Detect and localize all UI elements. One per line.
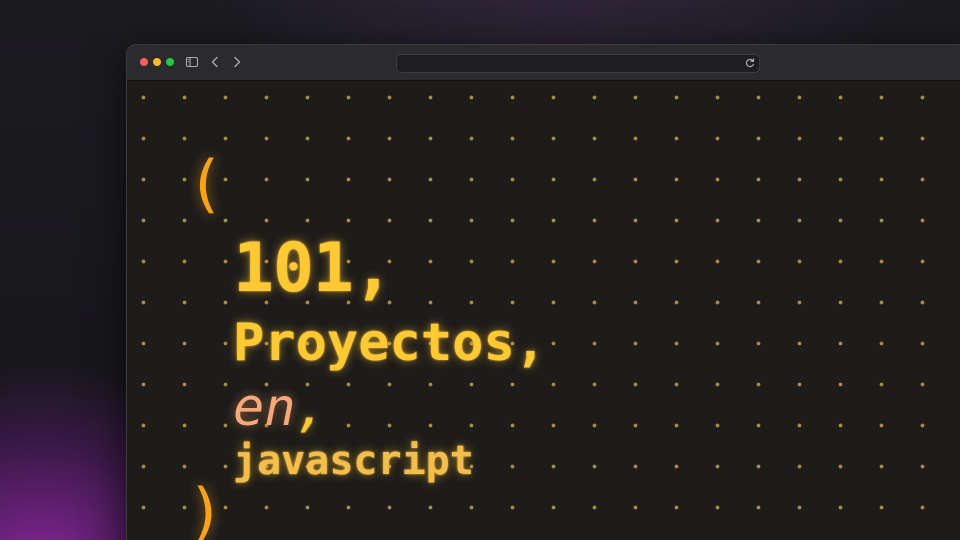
open-paren: ( xyxy=(187,147,225,220)
hero-en-line: en, xyxy=(233,382,327,434)
reload-icon[interactable] xyxy=(744,57,756,69)
close-window-button[interactable] xyxy=(140,58,148,66)
address-bar[interactable] xyxy=(396,54,760,73)
browser-toolbar xyxy=(127,45,960,81)
hero-javascript: javascript xyxy=(233,438,474,484)
sidebar-toggle-icon[interactable] xyxy=(184,54,200,70)
hero-en-comma: , xyxy=(295,378,327,438)
chevron-left-icon[interactable] xyxy=(207,54,223,70)
minimize-window-button[interactable] xyxy=(153,58,161,66)
close-paren: ) xyxy=(187,475,225,540)
zoom-window-button[interactable] xyxy=(166,58,174,66)
hero-en: en xyxy=(233,378,296,438)
browser-window: ( 101, Proyectos, en, javascript ) xyxy=(126,44,960,540)
hero-proyectos: Proyectos, xyxy=(233,313,547,373)
page-content: ( 101, Proyectos, en, javascript ) xyxy=(127,81,960,540)
hero-number: 101, xyxy=(233,229,394,308)
chevron-right-icon[interactable] xyxy=(229,54,245,70)
